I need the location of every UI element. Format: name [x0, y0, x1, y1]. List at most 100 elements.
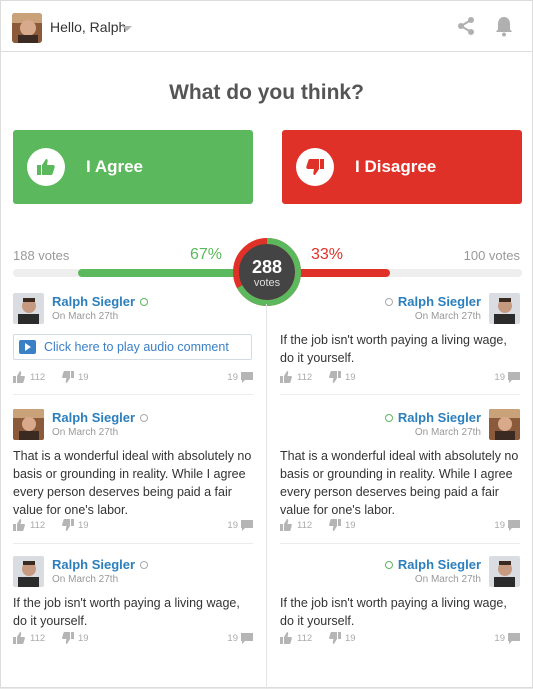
top-bar: Hello, Ralph [1, 1, 532, 52]
commenter-name[interactable]: Ralph Siegler [52, 557, 149, 572]
downvote-count: 19 [345, 520, 356, 531]
commenter-avatar[interactable] [489, 409, 520, 440]
comment-actions: 112 19 19 [280, 632, 520, 646]
upvote-count: 112 [297, 633, 313, 644]
play-audio-comment-button[interactable]: Click here to play audio comment [13, 334, 252, 360]
comment-date: On March 27th [52, 311, 119, 322]
disagree-percentage: 33% [311, 246, 344, 263]
offline-status-icon [384, 298, 393, 306]
thumbs-up-icon[interactable] [13, 371, 25, 383]
upvote-count: 112 [297, 372, 313, 383]
offline-status-icon [140, 414, 149, 422]
comment-date: On March 27th [414, 311, 481, 322]
thumbs-up-icon[interactable] [13, 519, 25, 531]
comment-text: If the job isn't worth paying a living w… [280, 596, 507, 628]
commenter-avatar[interactable] [13, 409, 44, 440]
thumbs-down-icon[interactable] [329, 632, 341, 644]
reply-count: 19 [494, 520, 505, 531]
total-votes-label: votes [253, 277, 281, 289]
comment-actions: 112 19 19 [280, 371, 520, 385]
comment-date: On March 27th [52, 427, 119, 438]
commenter-name[interactable]: Ralph Siegler [384, 294, 481, 309]
play-icon [19, 340, 36, 354]
comment-bubble-icon[interactable] [241, 633, 253, 644]
downvote-count: 19 [345, 633, 356, 644]
downvote-count: 19 [78, 520, 89, 531]
thumbs-up-icon[interactable] [280, 632, 292, 644]
comment-actions: 112 19 19 [13, 632, 253, 646]
disagree-button[interactable]: I Disagree [282, 130, 522, 204]
comment-bubble-icon[interactable] [508, 372, 520, 383]
disagree-label: I Disagree [355, 157, 437, 176]
commenter-name[interactable]: Ralph Siegler [384, 410, 481, 425]
comment-separator [280, 394, 520, 395]
agree-vote-count: 188 votes [13, 248, 70, 263]
comment-actions: 112 19 19 [13, 371, 253, 385]
agree-label: I Agree [86, 157, 144, 176]
comment-separator [13, 394, 253, 395]
commenter-avatar[interactable] [13, 293, 44, 324]
commenter-avatar[interactable] [489, 293, 520, 324]
comment-separator [13, 543, 253, 544]
commenter-name[interactable]: Ralph Siegler [52, 294, 149, 309]
disagree-progress-fill [297, 269, 390, 277]
comment-date: On March 27th [414, 427, 481, 438]
upvote-count: 112 [30, 520, 46, 531]
comment-date: On March 27th [52, 574, 119, 585]
downvote-count: 19 [345, 372, 356, 383]
reply-count: 19 [227, 633, 238, 644]
commenter-name[interactable]: Ralph Siegler [384, 557, 481, 572]
thumbs-down-icon[interactable] [329, 371, 341, 383]
comment-date: On March 27th [414, 574, 481, 585]
thumbs-down-icon[interactable] [62, 632, 74, 644]
reply-count: 19 [227, 520, 238, 531]
thumbs-up-icon[interactable] [280, 519, 292, 531]
poll-question: What do you think? [169, 81, 364, 104]
reply-count: 19 [494, 372, 505, 383]
thumbs-down-icon [296, 148, 334, 186]
comment-bubble-icon[interactable] [241, 520, 253, 531]
comment-bubble-icon[interactable] [508, 633, 520, 644]
online-status-icon [140, 298, 149, 306]
thumbs-up-icon[interactable] [280, 371, 292, 383]
commenter-name[interactable]: Ralph Siegler [52, 410, 149, 425]
agree-percentage: 67% [190, 246, 223, 263]
upvote-count: 112 [297, 520, 313, 531]
audio-comment-label: Click here to play audio comment [44, 340, 229, 354]
commenter-avatar[interactable] [489, 556, 520, 587]
upvote-count: 112 [30, 633, 46, 644]
disagree-vote-count: 100 votes [463, 248, 520, 263]
bell-icon[interactable] [494, 15, 514, 37]
commenter-avatar[interactable] [13, 556, 44, 587]
comment-separator [280, 543, 520, 544]
comment-text: If the job isn't worth paying a living w… [280, 333, 507, 365]
total-votes-count: 288 [251, 257, 283, 277]
comment-bubble-icon[interactable] [508, 520, 520, 531]
comment-actions: 112 19 19 [280, 519, 520, 533]
thumbs-down-icon[interactable] [62, 519, 74, 531]
thumbs-down-icon[interactable] [329, 519, 341, 531]
share-icon[interactable] [456, 16, 476, 36]
comment-actions: 112 19 19 [13, 519, 253, 533]
agree-button[interactable]: I Agree [13, 130, 253, 204]
thumbs-up-icon [27, 148, 65, 186]
offline-status-icon [140, 561, 149, 569]
greeting-text[interactable]: Hello, Ralph [50, 19, 126, 35]
thumbs-up-icon[interactable] [13, 632, 25, 644]
upvote-count: 112 [30, 372, 46, 383]
comment-text: If the job isn't worth paying a living w… [13, 596, 240, 628]
online-status-icon [384, 414, 393, 422]
thumbs-down-icon[interactable] [62, 371, 74, 383]
poll-card: Hello, Ralph What do you think? I Agree … [0, 0, 533, 689]
chevron-down-icon[interactable] [122, 26, 132, 31]
online-status-icon [384, 561, 393, 569]
reply-count: 19 [494, 633, 505, 644]
column-divider [266, 304, 267, 689]
downvote-count: 19 [78, 633, 89, 644]
comment-text: That is a wonderful ideal with absolutel… [13, 449, 252, 517]
agree-progress-fill [78, 269, 238, 277]
comment-text: That is a wonderful ideal with absolutel… [280, 449, 519, 517]
comment-bubble-icon[interactable] [241, 372, 253, 383]
reply-count: 19 [227, 372, 238, 383]
user-avatar[interactable] [12, 13, 42, 43]
